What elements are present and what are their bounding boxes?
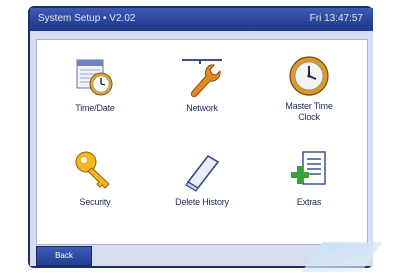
settings-menu-panel: Time/Date Network Master Time Clock Secu… [36,39,368,245]
wrench-icon [182,59,222,98]
menu-item-label: Extras [296,197,322,207]
menu-item-security[interactable]: Security [43,148,147,240]
back-button[interactable]: Back [36,246,92,266]
title-bar: System Setup • V2.02 Fri 13:47:57 [30,8,373,31]
eraser-icon [185,154,220,192]
device-screen: System Setup • V2.02 Fri 13:47:57 Time/D… [30,8,373,266]
menu-item-label: Master Time Clock [285,101,333,122]
key-icon [75,151,110,189]
window-title: System Setup • V2.02 [38,13,136,24]
menu-item-label: Security [79,197,111,207]
menu-item-network[interactable]: Network [150,54,254,146]
calendar-clock-icon [76,59,113,96]
wall-clock-icon [289,56,329,96]
menu-item-master-time-clock[interactable]: Master Time Clock [257,54,361,146]
menu-item-label: Delete History [175,197,229,207]
menu-item-label: Network [186,103,218,113]
menu-item-delete-history[interactable]: Delete History [150,148,254,240]
document-add-icon [291,151,326,185]
menu-item-time-date[interactable]: Time/Date [43,54,147,146]
menu-item-extras[interactable]: Extras [257,148,361,240]
clock-readout: Fri 13:47:57 [309,13,363,24]
menu-item-label: Time/Date [75,103,115,113]
